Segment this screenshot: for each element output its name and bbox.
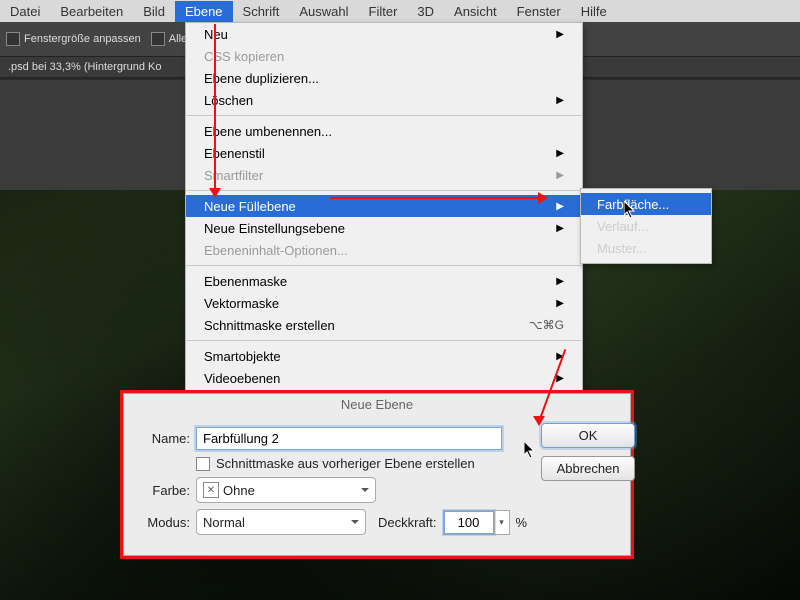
layer-name-input[interactable] bbox=[196, 427, 502, 450]
checkbox-icon bbox=[6, 32, 20, 46]
dialog-highlight: Neue Ebene Name: Schnittmaske aus vorher… bbox=[120, 390, 634, 559]
menu-item[interactable]: Videoebenen ▶ bbox=[186, 367, 582, 389]
fit-window-toggle[interactable]: Fenstergröße anpassen bbox=[6, 32, 141, 46]
chevron-right-icon: ▶ bbox=[556, 95, 564, 106]
menu-item-label: Smartobjekte bbox=[204, 349, 281, 364]
submenu-item[interactable]: Farbfläche... bbox=[581, 193, 711, 215]
menubar: DateiBearbeitenBildEbeneSchriftAuswahlFi… bbox=[0, 0, 800, 22]
menu-auswahl[interactable]: Auswahl bbox=[289, 1, 358, 22]
menu-item-label: Neue Füllebene bbox=[204, 199, 296, 214]
menu-item-label: Ebeneninhalt-Optionen... bbox=[204, 243, 348, 258]
menu-fenster[interactable]: Fenster bbox=[507, 1, 571, 22]
menu-item-label: Vektormaske bbox=[204, 296, 279, 311]
ok-button[interactable]: OK bbox=[541, 423, 635, 448]
new-layer-dialog: Neue Ebene Name: Schnittmaske aus vorher… bbox=[123, 393, 631, 556]
menu-bild[interactable]: Bild bbox=[133, 1, 175, 22]
opacity-label: Deckkraft: bbox=[378, 515, 437, 530]
menu-ebene[interactable]: Ebene bbox=[175, 1, 233, 22]
blend-mode-select[interactable]: Normal bbox=[196, 509, 366, 535]
shortcut-label: ⌥⌘G bbox=[529, 318, 564, 332]
menu-item[interactable]: Ebene umbenennen... bbox=[186, 120, 582, 142]
chevron-right-icon: ▶ bbox=[556, 29, 564, 40]
checkbox-icon bbox=[151, 32, 165, 46]
blend-mode-value: Normal bbox=[203, 515, 245, 530]
clip-mask-label: Schnittmaske aus vorheriger Ebene erstel… bbox=[216, 456, 475, 471]
chevron-right-icon: ▶ bbox=[556, 223, 564, 234]
menu-item[interactable]: Smartobjekte ▶ bbox=[186, 345, 582, 367]
chevron-right-icon: ▶ bbox=[556, 298, 564, 309]
menu-item-label: Löschen bbox=[204, 93, 253, 108]
menu-item[interactable]: Neu ▶ bbox=[186, 23, 582, 45]
menu-item-label: Ebene duplizieren... bbox=[204, 71, 319, 86]
color-label: Farbe: bbox=[136, 483, 190, 498]
opacity-stepper[interactable]: ▾ bbox=[443, 510, 510, 535]
menu-item[interactable]: Ebenenstil ▶ bbox=[186, 142, 582, 164]
submenu-item[interactable]: Verlauf... bbox=[581, 215, 711, 237]
menu-item-label: Ebenenstil bbox=[204, 146, 265, 161]
menu-ansicht[interactable]: Ansicht bbox=[444, 1, 507, 22]
chevron-right-icon: ▶ bbox=[556, 201, 564, 212]
menu-item[interactable]: Schnittmaske erstellen ⌥⌘G bbox=[186, 314, 582, 336]
fit-window-label: Fenstergröße anpassen bbox=[24, 33, 141, 45]
menu-item[interactable]: Ebenenmaske ▶ bbox=[186, 270, 582, 292]
menu-schrift[interactable]: Schrift bbox=[233, 1, 290, 22]
menu-item-label: Neue Einstellungsebene bbox=[204, 221, 345, 236]
new-fill-layer-submenu: Farbfläche...Verlauf...Muster... bbox=[580, 188, 712, 264]
chevron-right-icon: ▶ bbox=[556, 170, 564, 181]
menu-item-label: Neu bbox=[204, 27, 228, 42]
chevron-right-icon: ▶ bbox=[556, 351, 564, 362]
name-label: Name: bbox=[136, 431, 190, 446]
color-select[interactable]: ✕ Ohne bbox=[196, 477, 376, 503]
menu-item[interactable]: Neue Füllebene ▶ bbox=[186, 195, 582, 217]
menu-item: Smartfilter ▶ bbox=[186, 164, 582, 186]
menu-item-label: Ebenenmaske bbox=[204, 274, 287, 289]
menu-filter[interactable]: Filter bbox=[359, 1, 408, 22]
color-select-value: Ohne bbox=[223, 483, 255, 498]
menu-3d[interactable]: 3D bbox=[407, 1, 444, 22]
chevron-down-icon[interactable]: ▾ bbox=[494, 511, 509, 534]
menu-item[interactable]: Ebene duplizieren... bbox=[186, 67, 582, 89]
cancel-button[interactable]: Abbrechen bbox=[541, 456, 635, 481]
menu-item[interactable]: Vektormaske ▶ bbox=[186, 292, 582, 314]
menu-item-label: Smartfilter bbox=[204, 168, 263, 183]
menu-bearbeiten[interactable]: Bearbeiten bbox=[50, 1, 133, 22]
percent-label: % bbox=[516, 515, 528, 530]
menu-datei[interactable]: Datei bbox=[0, 1, 50, 22]
submenu-item[interactable]: Muster... bbox=[581, 237, 711, 259]
menu-item-label: Videoebenen bbox=[204, 371, 280, 386]
chevron-right-icon: ▶ bbox=[556, 373, 564, 384]
menu-hilfe[interactable]: Hilfe bbox=[571, 1, 617, 22]
menu-item: CSS kopieren bbox=[186, 45, 582, 67]
menu-item[interactable]: Neue Einstellungsebene ▶ bbox=[186, 217, 582, 239]
chevron-right-icon: ▶ bbox=[556, 276, 564, 287]
chevron-right-icon: ▶ bbox=[556, 148, 564, 159]
menu-item-label: Ebene umbenennen... bbox=[204, 124, 332, 139]
menu-item: Ebeneninhalt-Optionen... bbox=[186, 239, 582, 261]
opacity-input[interactable] bbox=[444, 511, 494, 534]
checkbox-icon[interactable] bbox=[196, 457, 210, 471]
dialog-title: Neue Ebene bbox=[124, 394, 630, 415]
mode-label: Modus: bbox=[136, 515, 190, 530]
menu-item[interactable]: Löschen ▶ bbox=[186, 89, 582, 111]
none-color-icon: ✕ bbox=[203, 482, 219, 498]
menu-item-label: CSS kopieren bbox=[204, 49, 284, 64]
menu-item-label: Schnittmaske erstellen bbox=[204, 318, 335, 333]
